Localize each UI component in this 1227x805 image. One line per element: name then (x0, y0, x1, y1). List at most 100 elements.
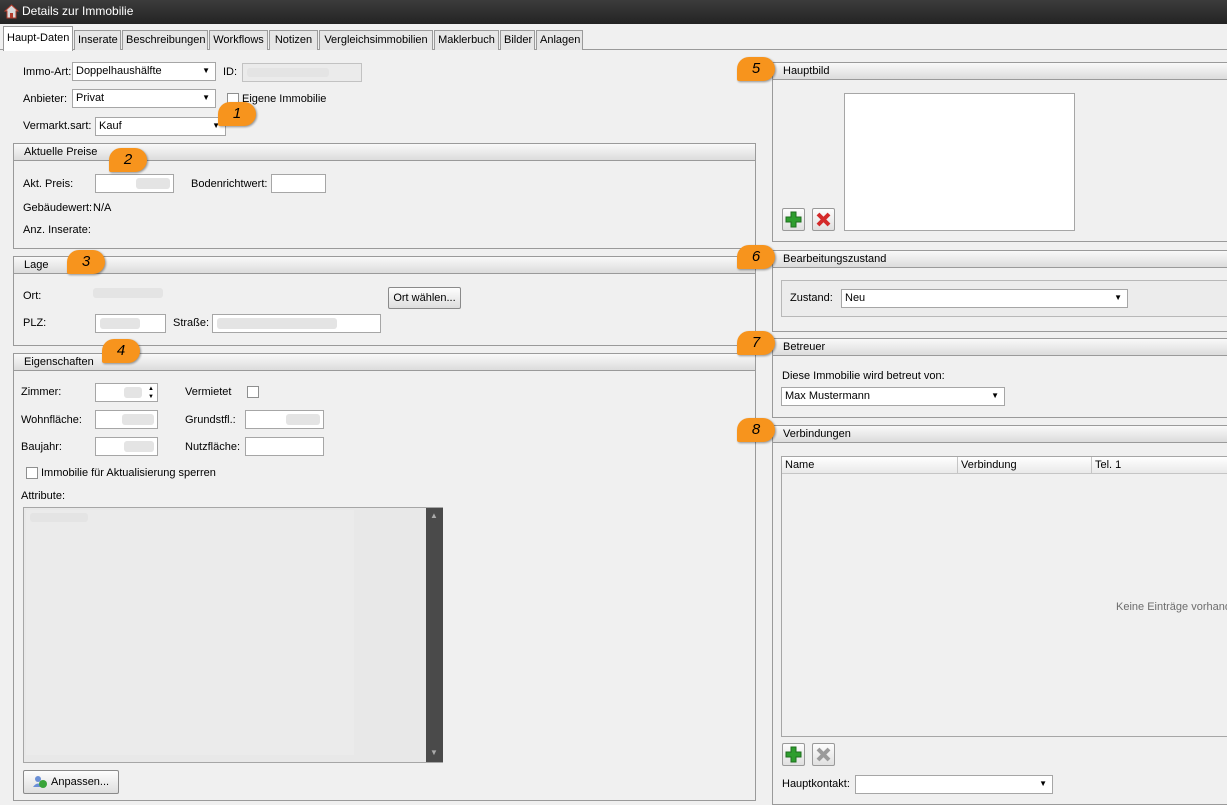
add-image-button[interactable] (782, 208, 805, 231)
chevron-down-icon: ▼ (1114, 293, 1122, 302)
attribute-list[interactable]: ▲ ▼ (23, 507, 443, 763)
users-icon (33, 776, 47, 788)
list-item (30, 513, 88, 522)
annotation-marker-5: 5 (737, 57, 775, 81)
ort-value (93, 288, 163, 298)
zustand-label: Zustand: (790, 292, 833, 304)
annotation-marker-4: 4 (102, 339, 140, 363)
annotation-marker-2: 2 (109, 148, 147, 172)
wohnflaeche-label: Wohnfläche: (21, 414, 82, 426)
anz-inserate-label: Anz. Inserate: (23, 224, 91, 236)
hauptkontakt-label: Hauptkontakt: (782, 778, 850, 790)
sperren-label: Immobilie für Aktualisierung sperren (41, 467, 216, 479)
chevron-down-icon: ▼ (202, 66, 210, 75)
betreuer-value: Max Mustermann (785, 390, 870, 402)
immo-art-select[interactable]: Doppelhaushälfte ▼ (72, 62, 216, 81)
column-verbindung[interactable]: Verbindung (958, 457, 1092, 474)
delete-image-button[interactable] (812, 208, 835, 231)
add-connection-button[interactable] (782, 743, 805, 766)
plz-label: PLZ: (23, 317, 47, 329)
zimmer-label: Zimmer: (21, 386, 62, 398)
bodenrichtwert-label: Bodenrichtwert: (191, 178, 268, 190)
betreuer-info: Diese Immobilie wird betreut von: (782, 370, 945, 382)
ort-waehlen-button[interactable]: Ort wählen... (388, 287, 461, 309)
attribute-label: Attribute: (21, 490, 66, 502)
eigene-immobilie-label: Eigene Immobilie (242, 93, 327, 105)
column-tel-1[interactable]: Tel. 1 (1092, 457, 1227, 474)
akt-preis-field[interactable] (95, 174, 174, 193)
hauptkontakt-select[interactable]: ▼ (855, 775, 1053, 794)
wohnflaeche-field[interactable] (95, 410, 158, 429)
grundstueckflaeche-label: Grundstfl.: (185, 414, 236, 426)
scrollbar[interactable]: ▲ ▼ (426, 508, 443, 762)
title-bar: Details zur Immobilie (0, 0, 1227, 24)
ort-label: Ort: (23, 290, 42, 302)
tab-anlagen[interactable]: Anlagen (536, 30, 583, 50)
anbieter-select[interactable]: Privat ▼ (72, 89, 216, 108)
gebaeudewert-value: N/A (93, 202, 112, 214)
column-name[interactable]: Name (782, 457, 958, 474)
delete-icon (816, 747, 831, 762)
baujahr-label: Baujahr: (21, 441, 62, 453)
annotation-marker-8: 8 (737, 418, 775, 442)
immo-art-value: Doppelhaushälfte (76, 65, 162, 77)
delete-icon (816, 212, 831, 227)
vermietet-checkbox[interactable] (247, 386, 259, 398)
nutzflaeche-label: Nutzfläche: (185, 441, 241, 453)
tab-vergleichsimmobilien[interactable]: Vergleichsimmobilien (319, 30, 433, 50)
scroll-up-icon[interactable]: ▲ (430, 511, 438, 520)
akt-preis-label: Akt. Preis: (23, 178, 74, 190)
spin-arrows-icon[interactable]: ▲ ▼ (146, 385, 156, 401)
bodenrichtwert-field[interactable] (271, 174, 326, 193)
tab-beschreibungen[interactable]: Beschreibungen (122, 30, 208, 50)
window-title: Details zur Immobilie (22, 4, 134, 18)
annotation-marker-6: 6 (737, 245, 775, 269)
strasse-field[interactable] (212, 314, 381, 333)
plz-field[interactable] (95, 314, 166, 333)
delete-connection-button[interactable] (812, 743, 835, 766)
gebaeudewert-label: Gebäudewert: (23, 202, 93, 214)
tab-workflows[interactable]: Workflows (209, 30, 268, 50)
tab-bilder[interactable]: Bilder (500, 30, 535, 50)
sperren-checkbox[interactable] (26, 467, 38, 479)
bearbeitungszustand-header: Bearbeitungszustand (773, 251, 1227, 268)
betreuer-header: Betreuer (773, 339, 1227, 356)
vermietet-label: Vermietet (185, 386, 232, 398)
annotation-marker-1: 1 (218, 102, 256, 126)
hauptbild-header: Hauptbild (773, 63, 1227, 80)
plus-icon (785, 746, 802, 763)
annotation-marker-3: 3 (67, 250, 105, 274)
scroll-down-icon[interactable]: ▼ (430, 748, 438, 757)
vermarktungsart-select[interactable]: Kauf ▼ (95, 117, 226, 136)
tab-strip: Haupt-Daten Inserate Beschreibungen Work… (0, 24, 1227, 51)
zimmer-stepper[interactable]: ▲ ▼ (95, 383, 158, 402)
betreuer-select[interactable]: Max Mustermann ▼ (781, 387, 1005, 406)
zustand-select[interactable]: Neu ▼ (841, 289, 1128, 308)
vermarktungsart-label: Vermarkt.sart: (23, 120, 92, 132)
verbindungen-header: Verbindungen (773, 426, 1227, 443)
verbindungen-grid[interactable]: Name Verbindung Tel. 1 Keine Einträge vo… (781, 456, 1227, 737)
empty-message: Keine Einträge vorhand (1116, 601, 1227, 613)
tab-inserate[interactable]: Inserate (74, 30, 121, 50)
hauptbild-preview[interactable] (844, 93, 1075, 231)
baujahr-field[interactable] (95, 437, 158, 456)
strasse-label: Straße: (173, 317, 210, 329)
annotation-marker-7: 7 (737, 331, 775, 355)
tab-maklerbuch[interactable]: Maklerbuch (434, 30, 499, 50)
id-label: ID: (223, 66, 238, 78)
anbieter-value: Privat (76, 92, 105, 104)
vermarktungsart-value: Kauf (99, 120, 122, 132)
immo-art-label: Immo-Art: (23, 66, 72, 78)
lage-header: Lage (14, 257, 755, 274)
anpassen-label: Anpassen... (51, 776, 110, 788)
id-field (242, 63, 362, 82)
nutzflaeche-field[interactable] (245, 437, 324, 456)
tab-notizen[interactable]: Notizen (269, 30, 318, 50)
chevron-down-icon: ▼ (991, 391, 999, 400)
plus-icon (785, 211, 802, 228)
anbieter-label: Anbieter: (23, 93, 68, 105)
grundstueckflaeche-field[interactable] (245, 410, 324, 429)
anpassen-button[interactable]: Anpassen... (23, 770, 119, 794)
tab-haupt-daten[interactable]: Haupt-Daten (3, 26, 73, 51)
house-icon (4, 4, 19, 19)
